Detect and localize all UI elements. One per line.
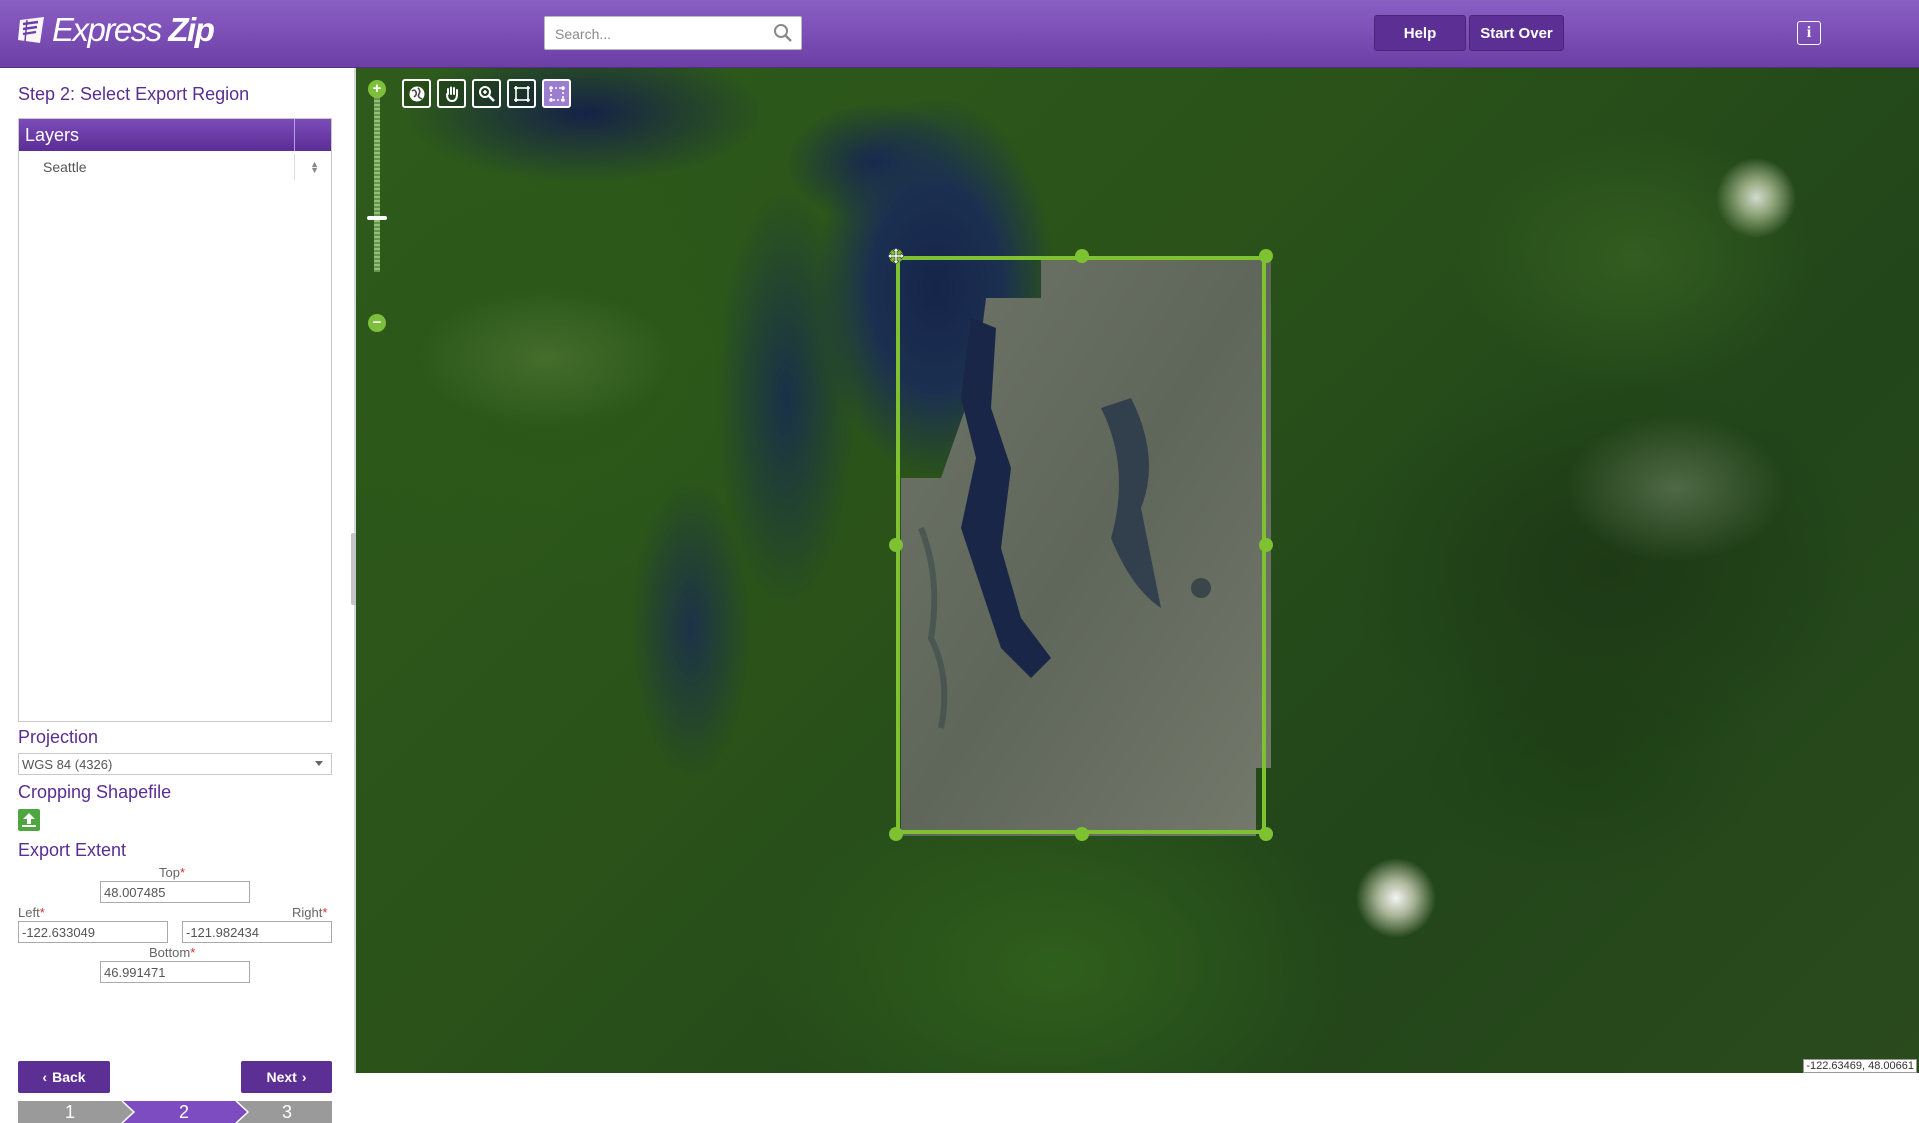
top-bar: Express Zip Help Start Over i [0, 0, 1919, 68]
chevron-right-icon: › [301, 1069, 307, 1085]
resize-handle-w[interactable] [889, 538, 903, 552]
logo-icon [18, 16, 46, 44]
layers-panel: Layers Seattle ▲ ▼ [18, 118, 332, 722]
sort-icon[interactable]: ▲ ▼ [310, 160, 319, 175]
chevron-down-icon [315, 761, 323, 766]
pan-hand-icon[interactable] [437, 79, 466, 108]
terrain-snow [1556, 408, 1796, 568]
zoom-out-button[interactable]: − [368, 314, 386, 332]
info-icon[interactable]: i [1797, 21, 1821, 45]
projection-value: WGS 84 (4326) [22, 756, 113, 772]
layer-row[interactable]: Seattle ▲ ▼ [19, 151, 331, 183]
search-input[interactable] [553, 18, 767, 50]
upload-icon[interactable] [18, 809, 40, 831]
box-select-icon[interactable] [507, 79, 536, 108]
top-label: Top* [159, 865, 186, 880]
right-input[interactable]: -121.982434 [182, 921, 332, 943]
bottom-label: Bottom* [149, 945, 196, 960]
layer-name: Seattle [43, 159, 87, 175]
layers-header: Layers [19, 119, 331, 151]
projection-select[interactable]: WGS 84 (4326) [18, 753, 332, 775]
back-button[interactable]: ‹ Back [18, 1061, 110, 1093]
coordinate-readout: -122.63469, 48.00661 [1803, 1059, 1917, 1073]
terrain-ridge [1406, 628, 1766, 888]
step-title: Step 2: Select Export Region [18, 84, 250, 104]
chevron-left-icon: ‹ [42, 1069, 48, 1085]
top-input[interactable]: 48.007485 [100, 881, 250, 903]
projection-title: Projection [18, 727, 99, 747]
bottom-input[interactable]: 46.991471 [100, 961, 250, 983]
resize-handle-se[interactable] [1259, 827, 1273, 841]
zoom-icon[interactable] [472, 79, 501, 108]
resize-handle-sw[interactable] [889, 827, 903, 841]
sidebar: Step 2: Select Export Region Layers Seat… [0, 68, 354, 1123]
terrain-ridge [416, 288, 676, 428]
zoom-thumb[interactable] [367, 216, 387, 220]
zoom-track[interactable] [374, 92, 380, 272]
zoom-slider[interactable]: + − [367, 80, 387, 332]
terrain-ridge [1456, 128, 1816, 388]
edit-box-icon[interactable] [542, 79, 571, 108]
resize-handle-s[interactable] [1075, 827, 1089, 841]
search-icon[interactable] [773, 23, 793, 43]
header-divider [294, 119, 295, 151]
resize-handle-e[interactable] [1259, 538, 1273, 552]
resize-handle-n[interactable] [1075, 249, 1089, 263]
shapefile-title: Cropping Shapefile [18, 782, 172, 802]
next-button[interactable]: Next › [241, 1061, 332, 1093]
layers-header-label: Layers [25, 124, 80, 145]
row-divider [294, 154, 295, 180]
step-progress: 1 2 3 [18, 1101, 332, 1123]
app-logo[interactable]: Express Zip [18, 11, 215, 49]
step-2: 2 [178, 1101, 189, 1122]
move-cursor-icon [887, 247, 905, 265]
left-label: Left* [18, 905, 45, 920]
export-extent-title: Export Extent [18, 840, 127, 860]
resize-handle-ne[interactable] [1259, 249, 1273, 263]
start-over-button[interactable]: Start Over [1469, 15, 1564, 51]
map-view[interactable]: + − -122.63469, 48.00661 [356, 68, 1919, 1073]
zoom-in-button[interactable]: + [368, 80, 386, 98]
step-1: 1 [64, 1101, 75, 1122]
map-toolbar [402, 79, 571, 108]
globe-icon[interactable] [402, 79, 431, 108]
next-label: Next [266, 1069, 297, 1085]
back-label: Back [52, 1069, 86, 1085]
help-button[interactable]: Help [1374, 15, 1466, 51]
left-input[interactable]: -122.633049 [18, 921, 168, 943]
step-3: 3 [281, 1101, 292, 1122]
export-region-selection[interactable] [896, 256, 1266, 834]
right-label: Right* [292, 905, 328, 920]
logo-text: Express Zip [52, 11, 215, 48]
search-box [544, 16, 802, 50]
